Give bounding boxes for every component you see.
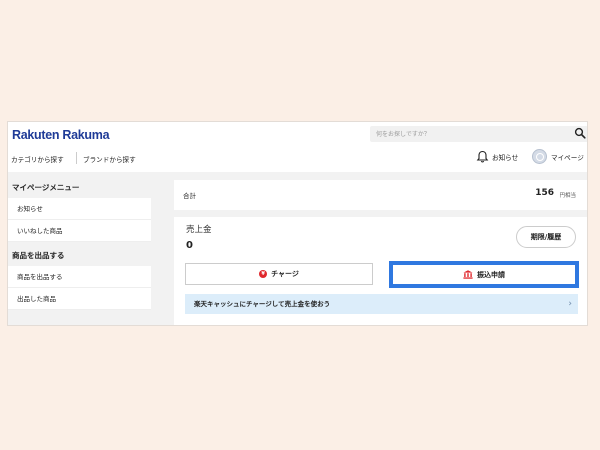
notifications-label: お知らせ [492, 153, 519, 162]
bank-icon [463, 270, 473, 279]
total-unit: 円相当 [559, 193, 576, 199]
total-amount: 156 [535, 188, 554, 198]
bell-icon [476, 150, 489, 163]
chevron-right-icon: › [568, 299, 572, 309]
sales-card: 売上金 0 期限/履歴 ¥ チャージ 振込申請 楽天キャッシュにチャージして売上… [174, 217, 587, 325]
nav-divider [76, 152, 77, 164]
history-button[interactable]: 期限/履歴 [516, 226, 576, 248]
promo-banner[interactable]: 楽天キャッシュにチャージして売上金を使おう › [185, 294, 578, 314]
transfer-request-button[interactable]: 振込申請 [389, 261, 579, 288]
mypage-menu-heading: マイページメニュー [12, 183, 80, 192]
avatar [532, 149, 547, 164]
total-label: 合計 [183, 192, 196, 200]
sidebar: マイページメニュー お知らせ いいねした商品 商品を出品する 商品を出品する 出… [8, 178, 151, 310]
mypage-label: マイページ [551, 153, 584, 162]
sidebar-item-listed[interactable]: 出品した商品 [8, 288, 151, 310]
promo-text: 楽天キャッシュにチャージして売上金を使おう [194, 300, 331, 308]
sales-label: 売上金 [186, 225, 212, 235]
site-header: Rakuten Rakuma カテゴリから探す ブランドから探す お知らせ マイ… [8, 122, 587, 172]
charge-label: チャージ [271, 270, 299, 278]
sales-value: 0 [186, 240, 193, 251]
sidebar-item-notifications[interactable]: お知らせ [8, 198, 151, 220]
search-icon[interactable] [574, 127, 586, 139]
nav-brand-link[interactable]: ブランドから探す [83, 154, 136, 164]
mypage-link[interactable]: マイページ [532, 149, 584, 164]
sidebar-item-liked[interactable]: いいねした商品 [8, 220, 151, 242]
rakuten-cash-icon: ¥ [259, 270, 268, 278]
nav-category-link[interactable]: カテゴリから探す [11, 154, 64, 164]
search-input[interactable] [376, 127, 566, 141]
total-card: 合計 156 円相当 [174, 180, 587, 210]
rakuten-rakuma-logo[interactable]: Rakuten Rakuma [12, 128, 110, 142]
notifications-link[interactable]: お知らせ [476, 150, 518, 163]
sell-heading: 商品を出品する [12, 251, 65, 260]
app-window: Rakuten Rakuma カテゴリから探す ブランドから探す お知らせ マイ… [7, 121, 588, 326]
search-bar [370, 126, 587, 142]
charge-button[interactable]: ¥ チャージ [185, 263, 373, 285]
sidebar-item-sell[interactable]: 商品を出品する [8, 266, 151, 288]
transfer-label: 振込申請 [477, 270, 505, 279]
